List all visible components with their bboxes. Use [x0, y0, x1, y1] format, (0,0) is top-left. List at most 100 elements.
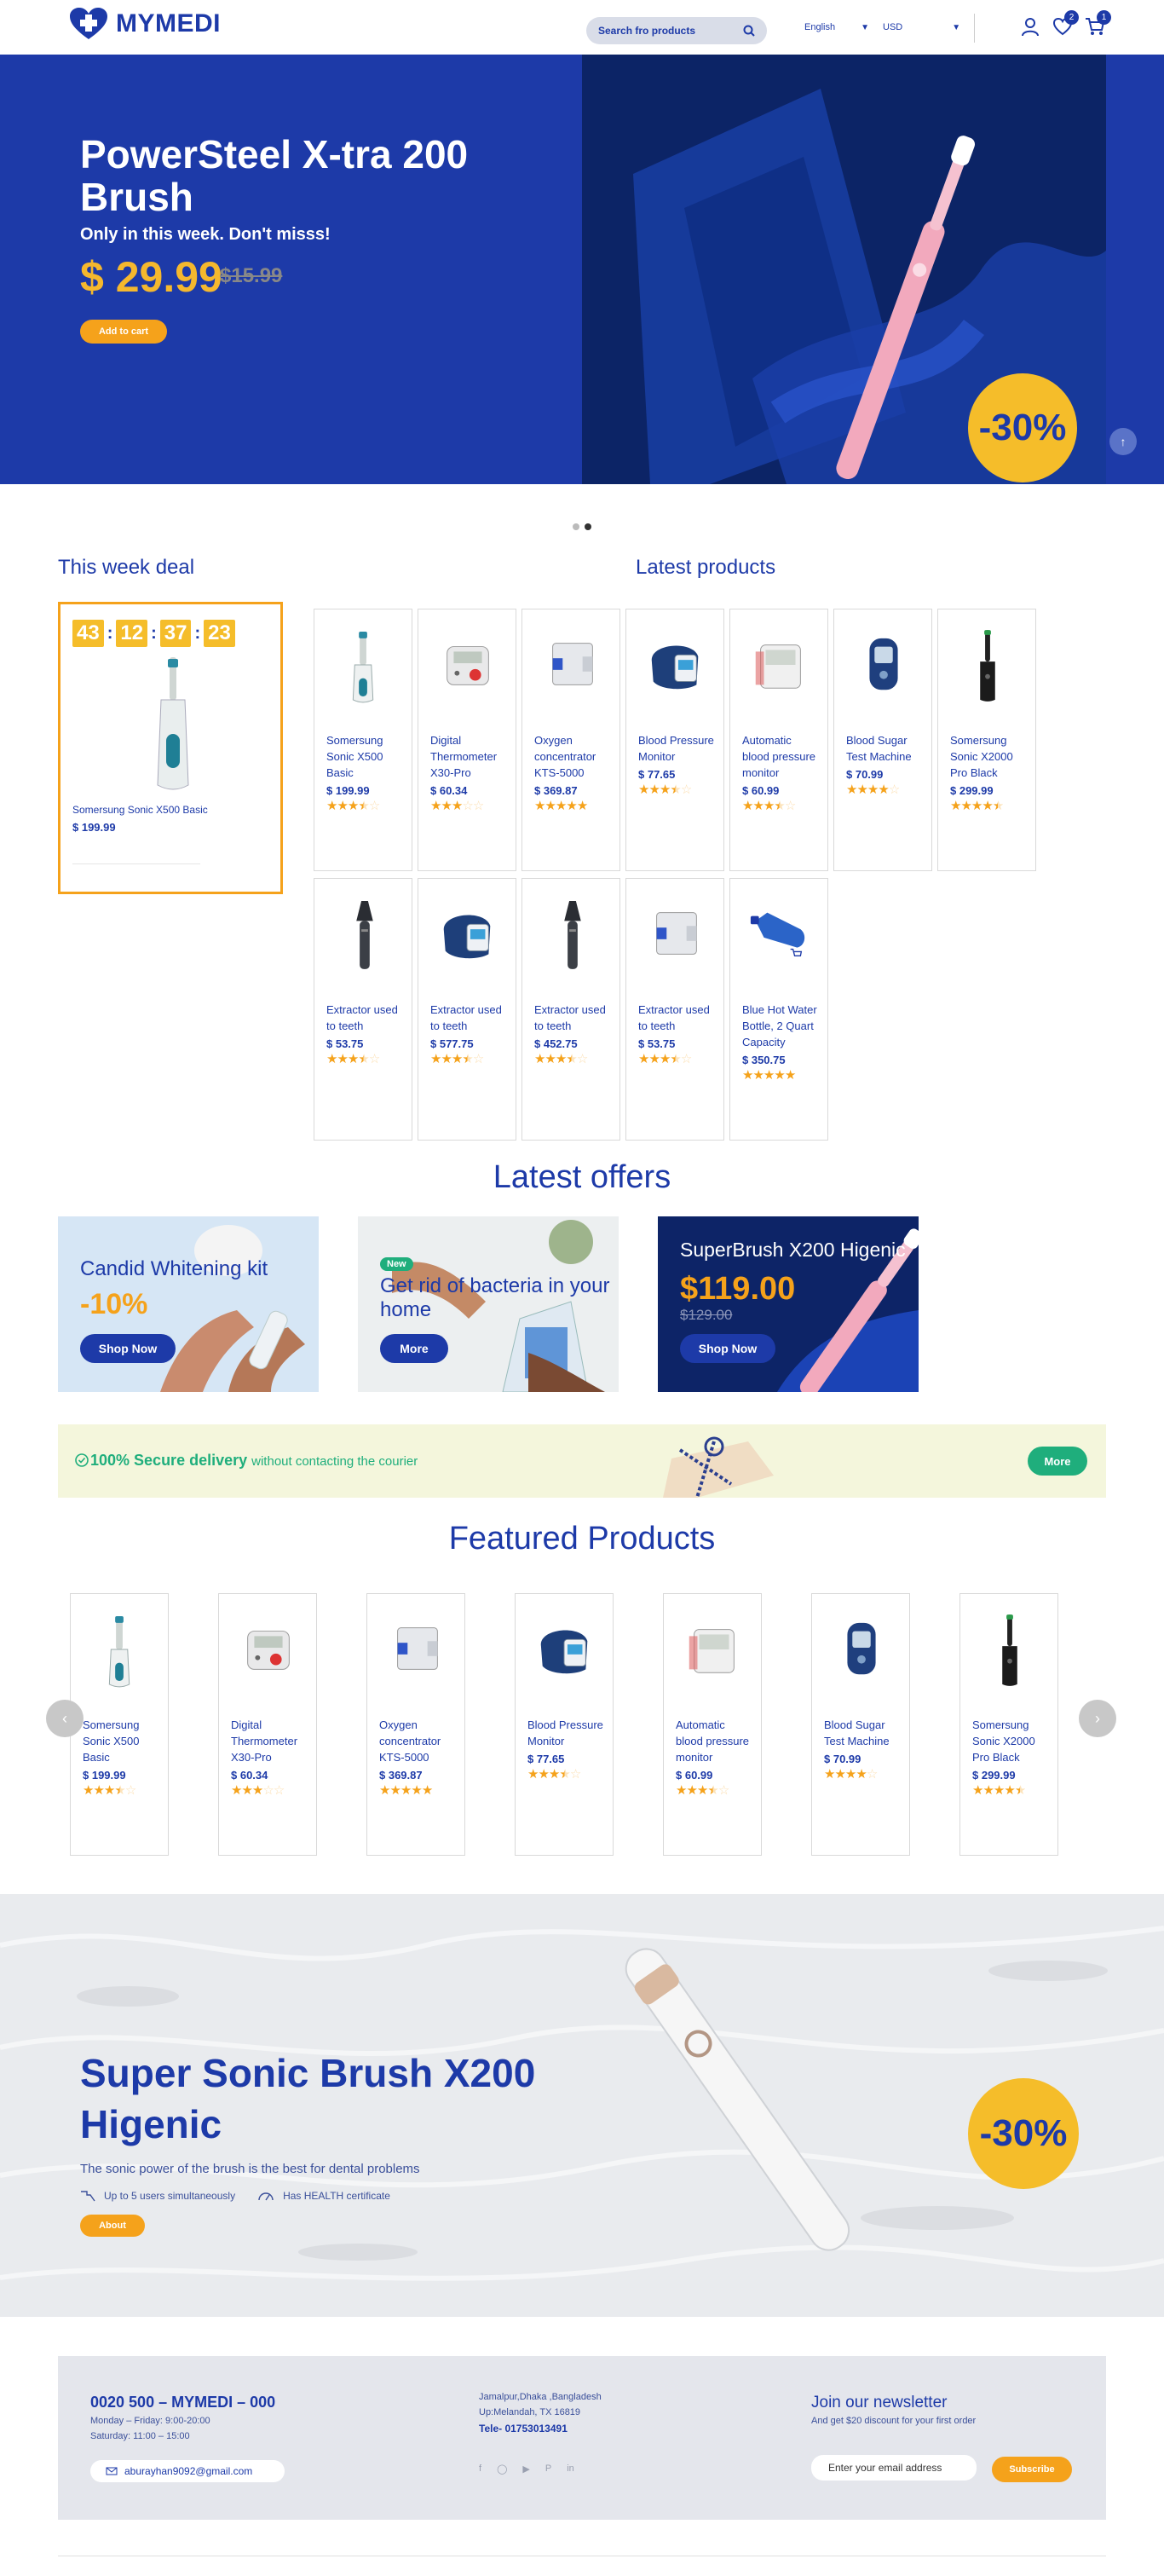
newsletter-email-input[interactable]: Enter your email address: [811, 2455, 977, 2481]
star-full-icon: ★: [379, 1783, 390, 1798]
hero-title: PowerSteel X-tra 200 Brush: [80, 132, 469, 219]
promo-banner: Super Sonic Brush X200 Higenic The sonic…: [0, 1894, 1164, 2317]
logo[interactable]: MYMEDI: [68, 7, 221, 41]
star-empty-icon: ☆: [124, 1783, 136, 1798]
add-to-cart-button[interactable]: Add to cart: [80, 320, 167, 344]
product-card[interactable]: Blood Pressure Monitor $ 77.65 ★★★★☆: [515, 1593, 614, 1856]
product-name[interactable]: Blue Hot Water Bottle, 2 Quart Capacity: [742, 1002, 819, 1050]
offer-2-title: Get rid of bacteria in your home: [380, 1274, 610, 1321]
product-card[interactable]: Somersung Sonic X500 Basic $ 199.99 ★★★★☆: [70, 1593, 169, 1856]
carousel-next-button[interactable]: ›: [1079, 1700, 1116, 1737]
timer-minutes: 37: [159, 620, 192, 647]
offer-card-bacteria[interactable]: New Get rid of bacteria in your home Mor…: [358, 1216, 619, 1392]
product-rating: ★★★★★: [534, 799, 611, 814]
product-card[interactable]: Oxygen concentrator KTS-5000 $ 369.87 ★★★★…: [366, 1593, 465, 1856]
star-full-icon: ★: [742, 1068, 753, 1083]
product-name[interactable]: Extractor used to teeth: [430, 1002, 507, 1034]
hero-slider: PowerSteel X-tra 200 Brush Only in this …: [0, 55, 1164, 484]
slider-dot-active[interactable]: [585, 523, 591, 530]
week-deal-card[interactable]: 43: 12: 37: 23 Somersung Sonic X500 Basi…: [58, 602, 283, 894]
product-card[interactable]: Digital Thermometer X30-Pro $ 60.34 ★★★☆☆: [418, 609, 516, 871]
product-card[interactable]: Oxygen concentrator KTS-5000 $ 369.87 ★★★★…: [521, 609, 620, 871]
product-name[interactable]: Extractor used to teeth: [638, 1002, 715, 1034]
toothbrush-icon: [108, 1616, 130, 1688]
product-card[interactable]: Extractor used to teeth $ 53.75 ★★★★☆: [314, 878, 412, 1141]
product-card[interactable]: Somersung Sonic X500 Basic $ 199.99 ★★★★☆: [314, 609, 412, 871]
language-select[interactable]: English ▼: [804, 22, 869, 32]
logo-text: MYMEDI: [116, 9, 221, 38]
slider-dot[interactable]: [573, 523, 579, 530]
product-name[interactable]: Oxygen concentrator KTS-5000: [534, 732, 611, 781]
carousel-prev-button[interactable]: ‹: [46, 1700, 84, 1737]
star-full-icon: ★: [878, 783, 889, 797]
new-badge: New: [380, 1257, 413, 1271]
product-name[interactable]: Digital Thermometer X30-Pro: [430, 732, 507, 781]
star-half-icon: ★: [707, 1783, 718, 1798]
product-rating: ★★★★☆: [638, 783, 715, 798]
product-card[interactable]: Digital Thermometer X30-Pro $ 60.34 ★★★☆☆: [218, 1593, 317, 1856]
product-price: $ 70.99: [846, 768, 884, 781]
product-name[interactable]: Somersung Sonic X500 Basic: [326, 732, 403, 781]
product-name[interactable]: Blood Sugar Test Machine: [824, 1717, 901, 1749]
product-name[interactable]: Automatic blood pressure monitor: [742, 732, 819, 781]
youtube-icon[interactable]: ▶: [522, 2463, 529, 2475]
currency-select[interactable]: USD ▼: [883, 22, 960, 32]
product-name[interactable]: Blood Pressure Monitor: [527, 1717, 604, 1749]
product-name[interactable]: Oxygen concentrator KTS-5000: [379, 1717, 456, 1765]
product-card[interactable]: Blood Sugar Test Machine $ 70.99 ★★★★☆: [833, 609, 932, 871]
offer-card-whitening[interactable]: Candid Whitening kit -10% Shop Now: [58, 1216, 319, 1392]
product-name[interactable]: Blood Pressure Monitor: [638, 732, 715, 765]
product-card[interactable]: Extractor used to teeth $ 577.75 ★★★★☆: [418, 878, 516, 1141]
product-card[interactable]: Blue Hot Water Bottle, 2 Quart Capacity $…: [729, 878, 828, 1141]
product-rating: ★★★★☆: [846, 783, 923, 798]
product-name[interactable]: Digital Thermometer X30-Pro: [231, 1717, 308, 1765]
product-name[interactable]: Somersung Sonic X2000 Pro Black: [950, 732, 1027, 781]
cart-icon[interactable]: 1: [1084, 10, 1111, 38]
product-card[interactable]: Blood Sugar Test Machine $ 70.99 ★★★★☆: [811, 1593, 910, 1856]
shop-now-button[interactable]: Shop Now: [680, 1334, 775, 1363]
product-name[interactable]: Extractor used to teeth: [326, 1002, 403, 1034]
search-input[interactable]: Search fro products: [586, 17, 767, 44]
product-card[interactable]: Somersung Sonic X2000 Pro Black $ 299.99 ★…: [937, 609, 1036, 871]
delivery-more-button[interactable]: More: [1028, 1447, 1087, 1476]
check-circle-icon: [75, 1453, 89, 1467]
star-half-icon: ★: [462, 1052, 473, 1066]
product-rating: ★★★★★: [950, 799, 1027, 814]
latest-offers-title: Latest offers: [493, 1159, 671, 1195]
promo-description: The sonic power of the brush is the best…: [80, 2162, 420, 2176]
wishlist-icon[interactable]: 2: [1052, 10, 1079, 38]
search-icon[interactable]: [743, 25, 755, 37]
scroll-top-button[interactable]: ↑: [1109, 428, 1137, 455]
star-full-icon: ★: [93, 1783, 104, 1798]
subscribe-button[interactable]: Subscribe: [992, 2457, 1072, 2482]
product-name[interactable]: Automatic blood pressure monitor: [676, 1717, 752, 1765]
linkedin-icon[interactable]: in: [567, 2463, 574, 2475]
product-card[interactable]: Extractor used to teeth $ 53.75 ★★★★☆: [625, 878, 724, 1141]
product-name[interactable]: Extractor used to teeth: [534, 1002, 611, 1034]
about-button[interactable]: About: [80, 2215, 145, 2237]
product-price: $ 299.99: [972, 1769, 1016, 1782]
footer-email[interactable]: aburayhan9092@gmail.com: [90, 2460, 285, 2482]
product-name[interactable]: Blood Sugar Test Machine: [846, 732, 923, 765]
star-full-icon: ★: [834, 1767, 845, 1782]
star-full-icon: ★: [824, 1767, 835, 1782]
shop-now-button[interactable]: Shop Now: [80, 1334, 176, 1363]
instagram-icon[interactable]: ◯: [497, 2463, 507, 2475]
footer-phone-title: 0020 500 – MYMEDI – 000: [90, 2394, 276, 2411]
more-button[interactable]: More: [380, 1334, 448, 1363]
product-card[interactable]: Automatic blood pressure monitor $ 60.99 ★…: [663, 1593, 762, 1856]
product-name[interactable]: Somersung Sonic X500 Basic: [83, 1717, 159, 1765]
star-full-icon: ★: [83, 1783, 94, 1798]
product-card[interactable]: Extractor used to teeth $ 452.75 ★★★★☆: [521, 878, 620, 1141]
star-half-icon: ★: [358, 799, 369, 813]
product-name[interactable]: Somersung Sonic X2000 Pro Black: [972, 1717, 1049, 1765]
account-icon[interactable]: [1019, 15, 1041, 38]
pinterest-icon[interactable]: P: [545, 2463, 551, 2475]
star-empty-icon: ☆: [472, 799, 484, 813]
facebook-icon[interactable]: f: [479, 2463, 481, 2475]
deal-product-name[interactable]: Somersung Sonic X500 Basic: [72, 804, 208, 816]
product-card[interactable]: Somersung Sonic X2000 Pro Black $ 299.99 ★…: [959, 1593, 1058, 1856]
product-card[interactable]: Blood Pressure Monitor $ 77.65 ★★★★☆: [625, 609, 724, 871]
product-card[interactable]: Automatic blood pressure monitor $ 60.99 ★…: [729, 609, 828, 871]
offer-card-superbrush[interactable]: SuperBrush X200 Higenic $119.00 $129.00 …: [658, 1216, 919, 1392]
